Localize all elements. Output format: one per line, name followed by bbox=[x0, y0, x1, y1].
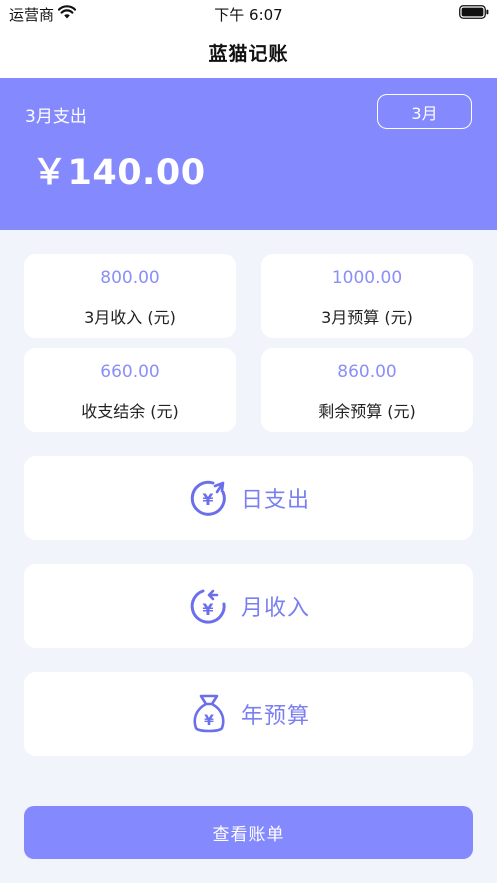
stat-value: 1000.00 bbox=[331, 268, 403, 288]
clock: 下午 6:07 bbox=[214, 6, 283, 24]
status-bar: 运营商 下午 6:07 bbox=[0, 0, 497, 26]
yen-clock-forward-icon: ¥ bbox=[190, 480, 226, 516]
expense-summary-panel: 3月支出 3月 ￥140.00 bbox=[0, 78, 497, 230]
action-label: 日支出 bbox=[240, 488, 310, 513]
yen-clock-back-icon: ¥ bbox=[190, 589, 226, 624]
expense-amount: ￥140.00 bbox=[32, 153, 206, 193]
month-select-button[interactable]: 3月 bbox=[377, 94, 472, 129]
view-bill-button[interactable]: 查看账单 bbox=[24, 806, 473, 859]
stat-label: 剩余预算 (元) bbox=[318, 402, 416, 421]
monthly-income-button[interactable]: ¥ 月收入 bbox=[24, 564, 473, 648]
stat-label: 3月收入 (元) bbox=[84, 308, 176, 327]
stat-value: 800.00 bbox=[100, 268, 160, 288]
stat-label: 3月预算 (元) bbox=[321, 308, 413, 327]
stat-value: 860.00 bbox=[337, 362, 397, 382]
page-title: 蓝猫记账 bbox=[208, 42, 289, 65]
svg-text:¥: ¥ bbox=[202, 600, 213, 619]
stat-card-remaining-budget: 860.00 剩余预算 (元) bbox=[261, 348, 473, 432]
stat-value: 660.00 bbox=[100, 362, 160, 382]
action-label: 年预算 bbox=[240, 704, 310, 729]
expense-summary-label: 3月支出 bbox=[25, 107, 87, 127]
action-label: 月收入 bbox=[240, 596, 310, 621]
svg-text:¥: ¥ bbox=[202, 490, 213, 509]
battery-icon bbox=[459, 5, 489, 19]
money-bag-icon: ¥ bbox=[193, 694, 225, 733]
stat-card-income: 800.00 3月收入 (元) bbox=[24, 254, 236, 338]
stat-card-balance: 660.00 收支结余 (元) bbox=[24, 348, 236, 432]
daily-expense-button[interactable]: ¥ 日支出 bbox=[24, 456, 473, 540]
svg-text:¥: ¥ bbox=[204, 713, 214, 729]
stat-card-budget: 1000.00 3月预算 (元) bbox=[261, 254, 473, 338]
nav-bar: 蓝猫记账 bbox=[0, 26, 497, 78]
stat-label: 收支结余 (元) bbox=[81, 402, 179, 421]
annual-budget-button[interactable]: ¥ 年预算 bbox=[24, 672, 473, 756]
